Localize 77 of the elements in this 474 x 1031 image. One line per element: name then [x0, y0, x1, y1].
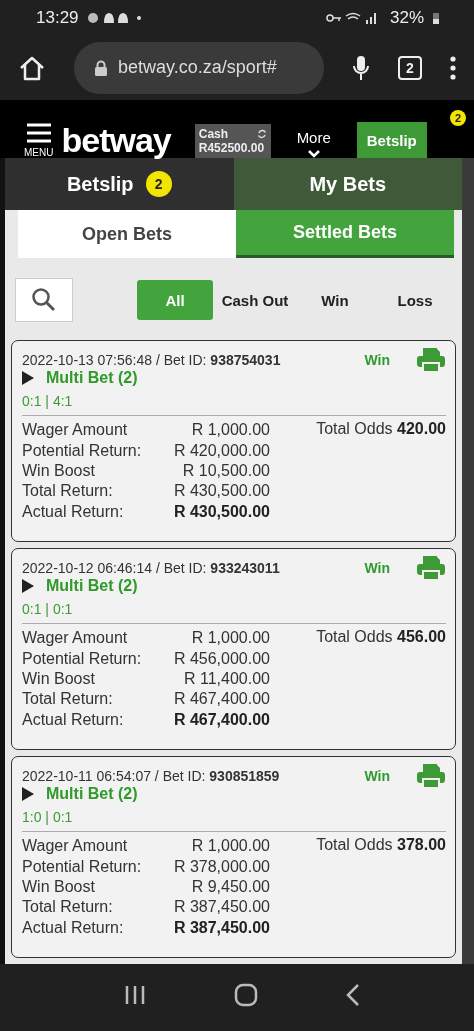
detail-label: Win Boost — [22, 461, 96, 481]
total-odds: Total Odds 420.00 — [316, 420, 446, 439]
detail-label: Win Boost — [22, 669, 96, 689]
filter-button[interactable]: Cash Out — [217, 280, 293, 321]
lock-icon — [94, 60, 108, 76]
triangle-icon — [22, 787, 34, 802]
notification-icons — [86, 10, 143, 25]
detail-label: Wager Amount — [22, 628, 129, 649]
detail-label: Total Return: — [22, 897, 114, 918]
detail-label: Actual Return: — [22, 917, 125, 938]
detail-value: R 10,500.00 — [181, 461, 270, 481]
filter-button[interactable]: Loss — [377, 280, 453, 321]
detail-label: Actual Return: — [22, 501, 125, 522]
detail-label: Wager Amount — [22, 836, 129, 857]
bet-result: Win — [364, 352, 390, 369]
detail-value: R 430,500.00 — [172, 501, 270, 522]
microphone-icon[interactable] — [352, 54, 370, 82]
bet-date-id: 2022-10-12 06:46:14 / Bet ID: 933243011 — [22, 560, 281, 577]
home-icon[interactable] — [234, 982, 258, 1007]
printer-icon[interactable] — [416, 347, 446, 374]
panel-tab[interactable]: Betslip 2 — [5, 158, 234, 211]
detail-label: Total Return: — [22, 481, 114, 502]
detail-label: Potential Return: — [22, 856, 143, 877]
search-icon — [31, 287, 57, 314]
more-options-icon[interactable] — [450, 56, 456, 80]
bet-result: Win — [364, 768, 390, 785]
filter-button[interactable]: Win — [297, 280, 373, 321]
detail-label: Total Return: — [22, 689, 114, 710]
cash-balance[interactable]: Cash R452500.00 — [194, 124, 271, 159]
triangle-icon — [22, 371, 34, 386]
address-bar[interactable]: betway.co.za/sport# — [74, 42, 324, 94]
bet-result: Win — [364, 560, 390, 577]
detail-label: Potential Return: — [22, 648, 143, 669]
battery-icon — [432, 10, 440, 25]
tab-count-button[interactable]: 2 — [398, 56, 422, 80]
detail-value: R 420,000.00 — [172, 440, 270, 461]
status-time: 13:29 — [36, 7, 79, 28]
detail-value: R 11,400.00 — [183, 669, 270, 689]
betslip-button[interactable]: Betslip — [356, 122, 427, 159]
detail-label: Potential Return: — [22, 440, 143, 461]
detail-value: R 1,000.00 — [190, 420, 270, 441]
bets-tab[interactable]: Open Bets — [18, 210, 236, 259]
panel-tab[interactable]: My Bets — [233, 158, 462, 211]
bet-scores: 0:1 | 4:1 — [22, 393, 446, 417]
detail-value: R 387,450.00 — [172, 917, 270, 938]
more-menu[interactable]: More — [278, 129, 349, 159]
betslip-count-badge: 2 — [450, 110, 466, 127]
detail-value: R 9,450.00 — [190, 877, 270, 897]
bet-scores: 0:1 | 0:1 — [22, 601, 446, 625]
printer-icon[interactable] — [416, 555, 446, 582]
battery-level: 32% — [389, 7, 424, 28]
back-icon[interactable] — [346, 983, 360, 1006]
triangle-icon — [22, 579, 34, 594]
bet-date-id: 2022-10-11 06:54:07 / Bet ID: 930851859 — [22, 768, 281, 785]
menu-button[interactable]: MENU — [24, 123, 54, 159]
detail-value: R 467,400.00 — [172, 689, 270, 710]
bet-scores: 1:0 | 0:1 — [22, 809, 446, 833]
detail-value: R 467,400.00 — [172, 709, 270, 730]
search-button[interactable] — [15, 278, 73, 323]
detail-value: R 387,450.00 — [172, 897, 270, 918]
detail-value: R 456,000.00 — [172, 648, 270, 669]
logo[interactable]: betway — [61, 121, 171, 161]
total-odds: Total Odds 378.00 — [316, 836, 446, 855]
detail-label: Win Boost — [22, 877, 96, 897]
detail-value: R 1,000.00 — [190, 628, 270, 649]
recent-apps-icon[interactable] — [124, 984, 146, 1005]
caret-icon — [307, 150, 320, 159]
bet-date-id: 2022-10-13 07:56:48 / Bet ID: 938754031 — [22, 352, 282, 369]
count-badge: 2 — [145, 171, 172, 198]
refresh-icon[interactable] — [256, 129, 267, 140]
detail-label: Actual Return: — [22, 709, 125, 730]
detail-value: R 378,000.00 — [172, 856, 270, 877]
total-odds: Total Odds 456.00 — [316, 628, 446, 647]
detail-value: R 1,000.00 — [190, 836, 270, 857]
detail-label: Wager Amount — [22, 420, 129, 441]
printer-icon[interactable] — [416, 763, 446, 790]
detail-value: R 430,500.00 — [172, 481, 270, 502]
